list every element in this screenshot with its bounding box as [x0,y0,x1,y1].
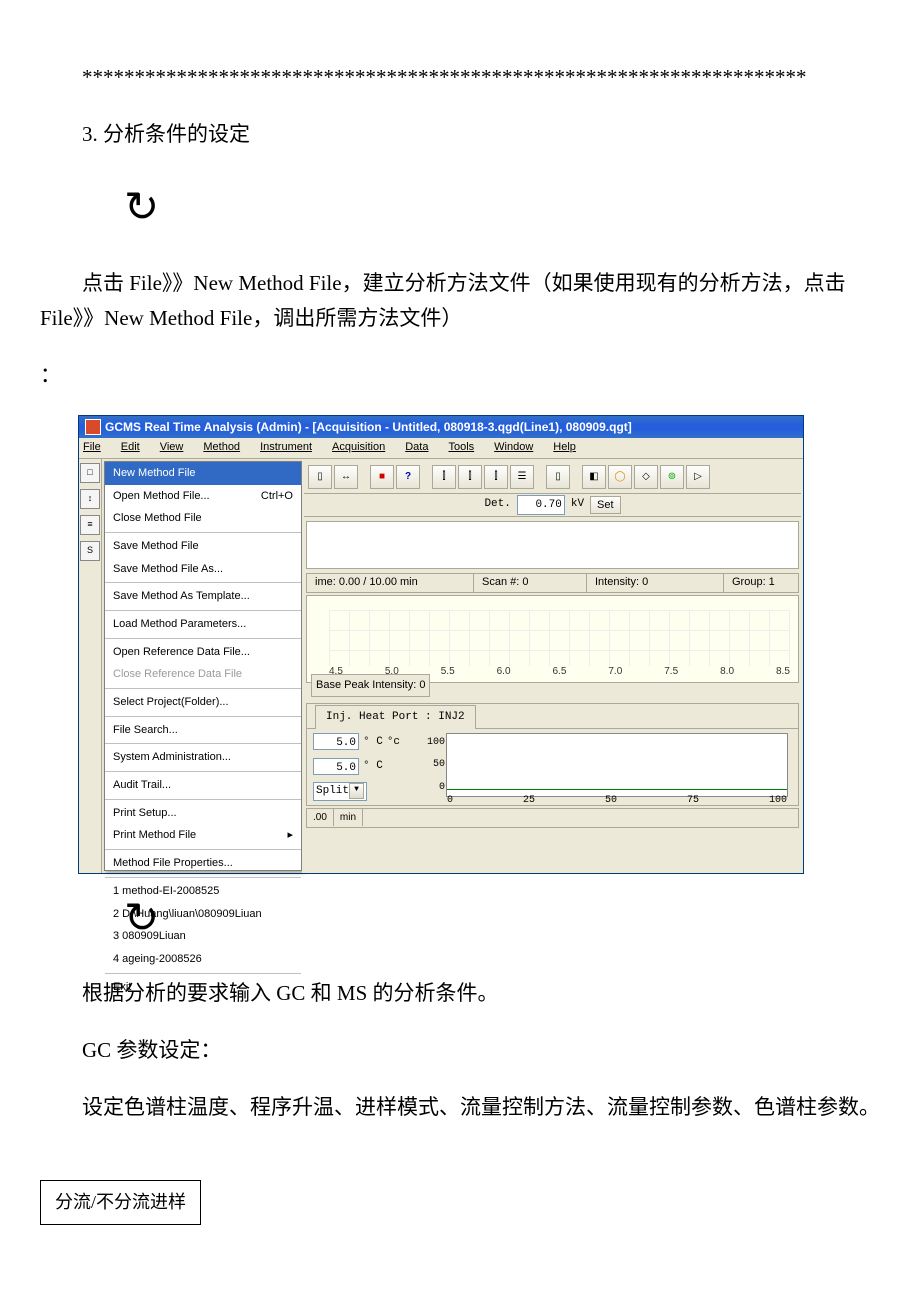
left-toolbar: □ ↕ ≡ S [79,459,102,873]
toolbar-btn-stop[interactable]: ■ [370,465,394,489]
menu-item-load-params[interactable]: Load Method Parameters... [105,613,301,636]
split-combo[interactable]: Split ▼ [313,782,367,801]
inj-extra-1: °c [387,733,400,752]
clock-icon: ↻ [40,173,880,244]
inj-panel: Inj. Heat Port : INJ2 5.0 ° C °c 5.0 ° C [306,703,799,806]
toolbar-btn-i4[interactable]: ⊚ [660,465,684,489]
titlebar: GCMS Real Time Analysis (Admin) - [Acqui… [79,416,803,438]
section-heading: 3. 分析条件的设定 [40,117,880,153]
chevron-down-icon[interactable]: ▼ [349,783,364,799]
toolbar-btn-2[interactable]: ↔ [334,465,358,489]
paragraph-gc-params: 设定色谱柱温度、程序升温、进样模式、流量控制方法、流量控制参数、色谱柱参数。 [40,1090,880,1126]
status-group: Group: 1 [724,573,783,592]
menu-item-save-template[interactable]: Save Method As Template... [105,585,301,608]
menu-acquisition[interactable]: Acquisition [332,438,395,457]
bottom-cell-1: .00 [307,809,334,826]
menu-view[interactable]: View [160,438,194,457]
toolbar-btn-h1[interactable]: ▯ [546,465,570,489]
document-page: ****************************************… [0,0,920,1285]
det-set-button[interactable]: Set [590,496,621,514]
toolbar-icon-1[interactable]: □ [80,463,100,483]
menu-item-method-props[interactable]: Method File Properties... [105,852,301,875]
toolbar-btn-1[interactable]: ▯ [308,465,332,489]
workspace: □ ↕ ≡ S New Method File Open Method File… [79,459,803,873]
status-intensity: Intensity: 0 [587,573,724,592]
menu-window[interactable]: Window [494,438,543,457]
toolbar-btn-i2[interactable]: ◯ [608,465,632,489]
menu-instrument[interactable]: Instrument [260,438,322,457]
status-scan: Scan #: 0 [474,573,587,592]
main-pane: ▯ ↔ ■ ? ⫿ ⫿ ⫿ ☰ ▯ ◧ ◯ ◇ ⊚ [302,459,803,873]
inj-temp-2[interactable]: 5.0 [313,758,359,775]
menu-data[interactable]: Data [405,438,438,457]
colon-line: ： [40,358,880,394]
menubar: File Edit View Method Instrument Acquisi… [79,438,803,459]
paragraph-gc-heading: GC 参数设定： [40,1033,880,1069]
toolbar-btn-g4[interactable]: ☰ [510,465,534,489]
file-menu-dropdown: New Method File Open Method File...Ctrl+… [104,461,302,871]
det-unit: kV [571,495,584,514]
inj-temp-1[interactable]: 5.0 [313,733,359,750]
menu-item-new-method[interactable]: New Method File [105,462,301,485]
window-title: GCMS Real Time Analysis (Admin) - [Acqui… [105,417,632,437]
bottom-bar: .00 min [306,808,799,828]
toolbar-btn-g2[interactable]: ⫿ [458,465,482,489]
boxed-label: 分流/不分流进样 [40,1180,201,1225]
inj-tab[interactable]: Inj. Heat Port : INJ2 [315,705,476,729]
chromatogram-plot[interactable]: 4.55.05.56.06.57.07.58.08.5 Base Peak In… [306,595,799,683]
paragraph-gcms: 根据分析的要求输入 GC 和 MS 的分析条件。 [40,976,880,1012]
menu-help[interactable]: Help [553,438,586,457]
det-value-input[interactable] [517,495,565,515]
menu-item-save-method[interactable]: Save Method File [105,535,301,558]
det-label: Det. [484,495,510,514]
paragraph-intro: 点击 File》》New Method File，建立分析方法文件（如果使用现有… [40,266,880,337]
temp-program-chart[interactable]: 100500 0255075100 [446,733,788,797]
temp-x-axis: 0255075100 [447,792,787,809]
toolbar-btn-i5[interactable]: ▷ [686,465,710,489]
menu-item-audit[interactable]: Audit Trail... [105,774,301,797]
menu-item-file-search[interactable]: File Search... [105,719,301,742]
menu-method[interactable]: Method [203,438,250,457]
toolbar-icon-4[interactable]: S [80,541,100,561]
status-time: ime: 0.00 / 10.00 min [307,573,474,592]
menu-item-open-method[interactable]: Open Method File...Ctrl+O [105,485,301,508]
toolbar-btn-g1[interactable]: ⫿ [432,465,456,489]
toolbar-icon-2[interactable]: ↕ [80,489,100,509]
menu-item-open-ref[interactable]: Open Reference Data File... [105,641,301,664]
menu-edit[interactable]: Edit [121,438,150,457]
toolbar: ▯ ↔ ■ ? ⫿ ⫿ ⫿ ☰ ▯ ◧ ◯ ◇ ⊚ [304,461,801,494]
menu-item-save-method-as[interactable]: Save Method File As... [105,558,301,581]
toolbar-btn-help[interactable]: ? [396,465,420,489]
det-row: Det. kV Set [304,494,801,517]
upper-chart-frame [306,521,799,569]
inj-unit-2: ° C [363,757,383,776]
toolbar-btn-i3[interactable]: ◇ [634,465,658,489]
status-bar: ime: 0.00 / 10.00 min Scan #: 0 Intensit… [306,573,799,593]
menu-item-print-setup[interactable]: Print Setup... [105,802,301,825]
bottom-cell-2: min [334,809,363,826]
app-icon [85,419,101,435]
menu-item-close-method[interactable]: Close Method File [105,507,301,530]
menu-item-select-project[interactable]: Select Project(Folder)... [105,691,301,714]
menu-item-print-method[interactable]: Print Method File▸ [105,824,301,847]
menu-file[interactable]: File [83,438,111,457]
menu-item-sys-admin[interactable]: System Administration... [105,746,301,769]
base-peak-intensity: Base Peak Intensity: 0 [311,674,430,697]
toolbar-btn-i1[interactable]: ◧ [582,465,606,489]
menu-item-close-ref: Close Reference Data File [105,663,301,686]
menu-tools[interactable]: Tools [448,438,484,457]
temp-y-axis: 100500 [415,734,445,796]
separator-asterisks: ****************************************… [40,60,880,96]
inj-unit-1: ° C [363,733,383,752]
toolbar-icon-3[interactable]: ≡ [80,515,100,535]
toolbar-btn-g3[interactable]: ⫿ [484,465,508,489]
app-window: GCMS Real Time Analysis (Admin) - [Acqui… [78,415,804,874]
